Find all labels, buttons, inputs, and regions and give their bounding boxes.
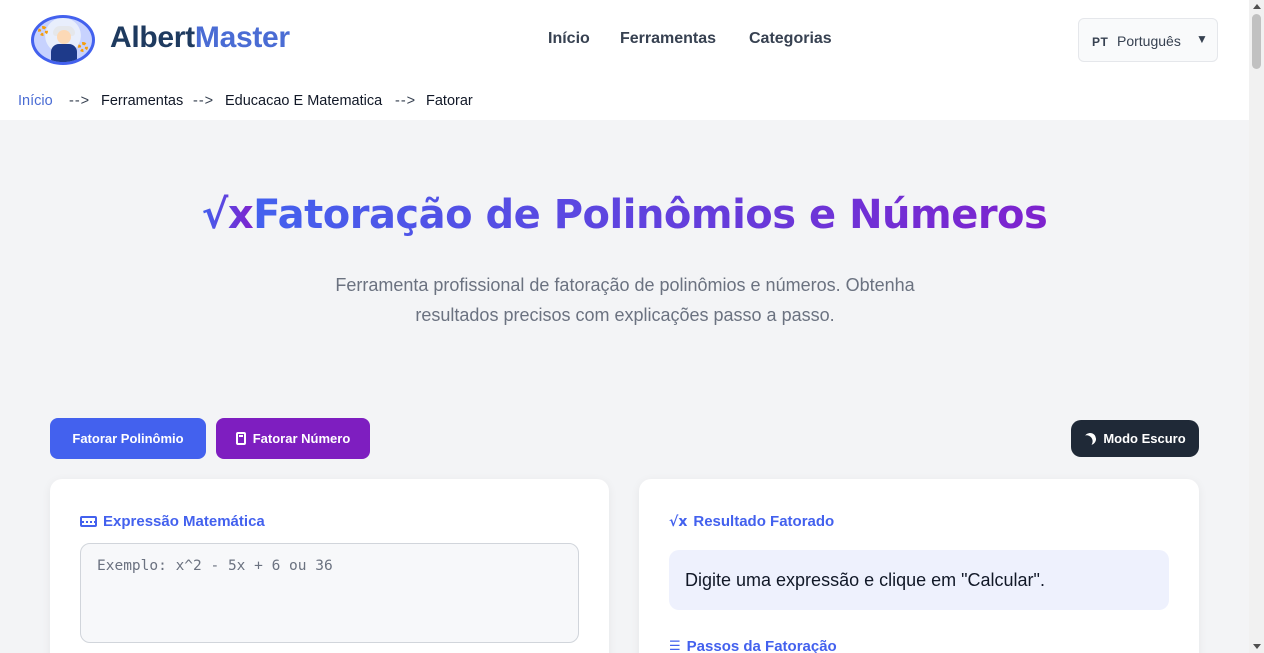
keyboard-icon (80, 516, 97, 527)
logo-text-part1: Albert (110, 21, 195, 54)
factor-number-label: Fatorar Número (252, 431, 351, 446)
list-icon: ☰ (669, 639, 681, 653)
factor-number-button[interactable]: Fatorar Número (216, 418, 370, 459)
breadcrumb-separator: --> (193, 93, 215, 109)
breadcrumb-fatorar: Fatorar (426, 93, 473, 109)
language-code: PT (1092, 35, 1109, 49)
scroll-up-icon[interactable] (1253, 4, 1261, 9)
logo-text-part2: Master (194, 21, 290, 54)
expression-input[interactable] (80, 543, 579, 643)
factor-polynomial-button[interactable]: Fatorar Polinômio (50, 418, 206, 459)
logo-face (57, 30, 71, 44)
moon-icon (1083, 431, 1098, 446)
sqrt-icon: √x (669, 513, 688, 530)
language-select[interactable]: PT Português ▼ (1078, 18, 1218, 62)
dark-mode-label: Modo Escuro (1103, 431, 1186, 446)
site-header: AlbertMaster Início Ferramentas Categori… (0, 0, 1249, 80)
chevron-down-icon: ▼ (1196, 32, 1208, 46)
factor-polynomial-label: Fatorar Polinômio (72, 431, 184, 446)
page-scrollbar[interactable] (1249, 0, 1264, 653)
logo-body (51, 44, 77, 62)
nav-ferramentas[interactable]: Ferramentas (620, 30, 716, 48)
breadcrumb-separator: --> (69, 93, 91, 109)
breadcrumb-educacao[interactable]: Educacao E Matematica (225, 93, 382, 109)
expression-label: Expressão Matemática (80, 513, 265, 530)
language-name: Português (1117, 33, 1181, 49)
calculator-icon (235, 432, 246, 445)
page-title-text: Fatoração de Polinômios e Números (253, 192, 1048, 238)
breadcrumb-separator: --> (395, 93, 417, 109)
page-subtitle: Ferramenta profissional de fatoração de … (335, 275, 915, 325)
logo-text[interactable]: AlbertMaster (110, 21, 290, 55)
dark-mode-button[interactable]: Modo Escuro (1071, 420, 1199, 457)
title-sqrt-icon: √x (201, 192, 254, 238)
breadcrumb-inicio[interactable]: Início (18, 93, 53, 109)
page-title: √xFatoração de Polinômios e Números (0, 192, 1249, 238)
steps-label: ☰ Passos da Fatoração (669, 638, 837, 653)
scroll-thumb[interactable] (1252, 14, 1261, 69)
gear-icon (78, 42, 88, 52)
breadcrumb: Início --> Ferramentas --> Educacao E Ma… (0, 80, 1249, 120)
steps-label-text: Passos da Fatoração (686, 638, 837, 653)
result-card: √x Resultado Fatorado Digite uma express… (639, 479, 1199, 653)
scroll-down-icon[interactable] (1253, 644, 1261, 649)
result-label-text: Resultado Fatorado (693, 513, 835, 530)
gear-icon (38, 26, 48, 36)
expression-label-text: Expressão Matemática (103, 513, 265, 530)
nav-inicio[interactable]: Início (548, 30, 590, 48)
result-message: Digite uma expressão e clique em "Calcul… (669, 550, 1169, 610)
breadcrumb-ferramentas[interactable]: Ferramentas (101, 93, 183, 109)
logo-avatar[interactable] (31, 15, 95, 65)
input-card: Expressão Matemática (50, 479, 609, 653)
nav-categorias[interactable]: Categorias (749, 30, 832, 48)
result-label: √x Resultado Fatorado (669, 513, 834, 530)
